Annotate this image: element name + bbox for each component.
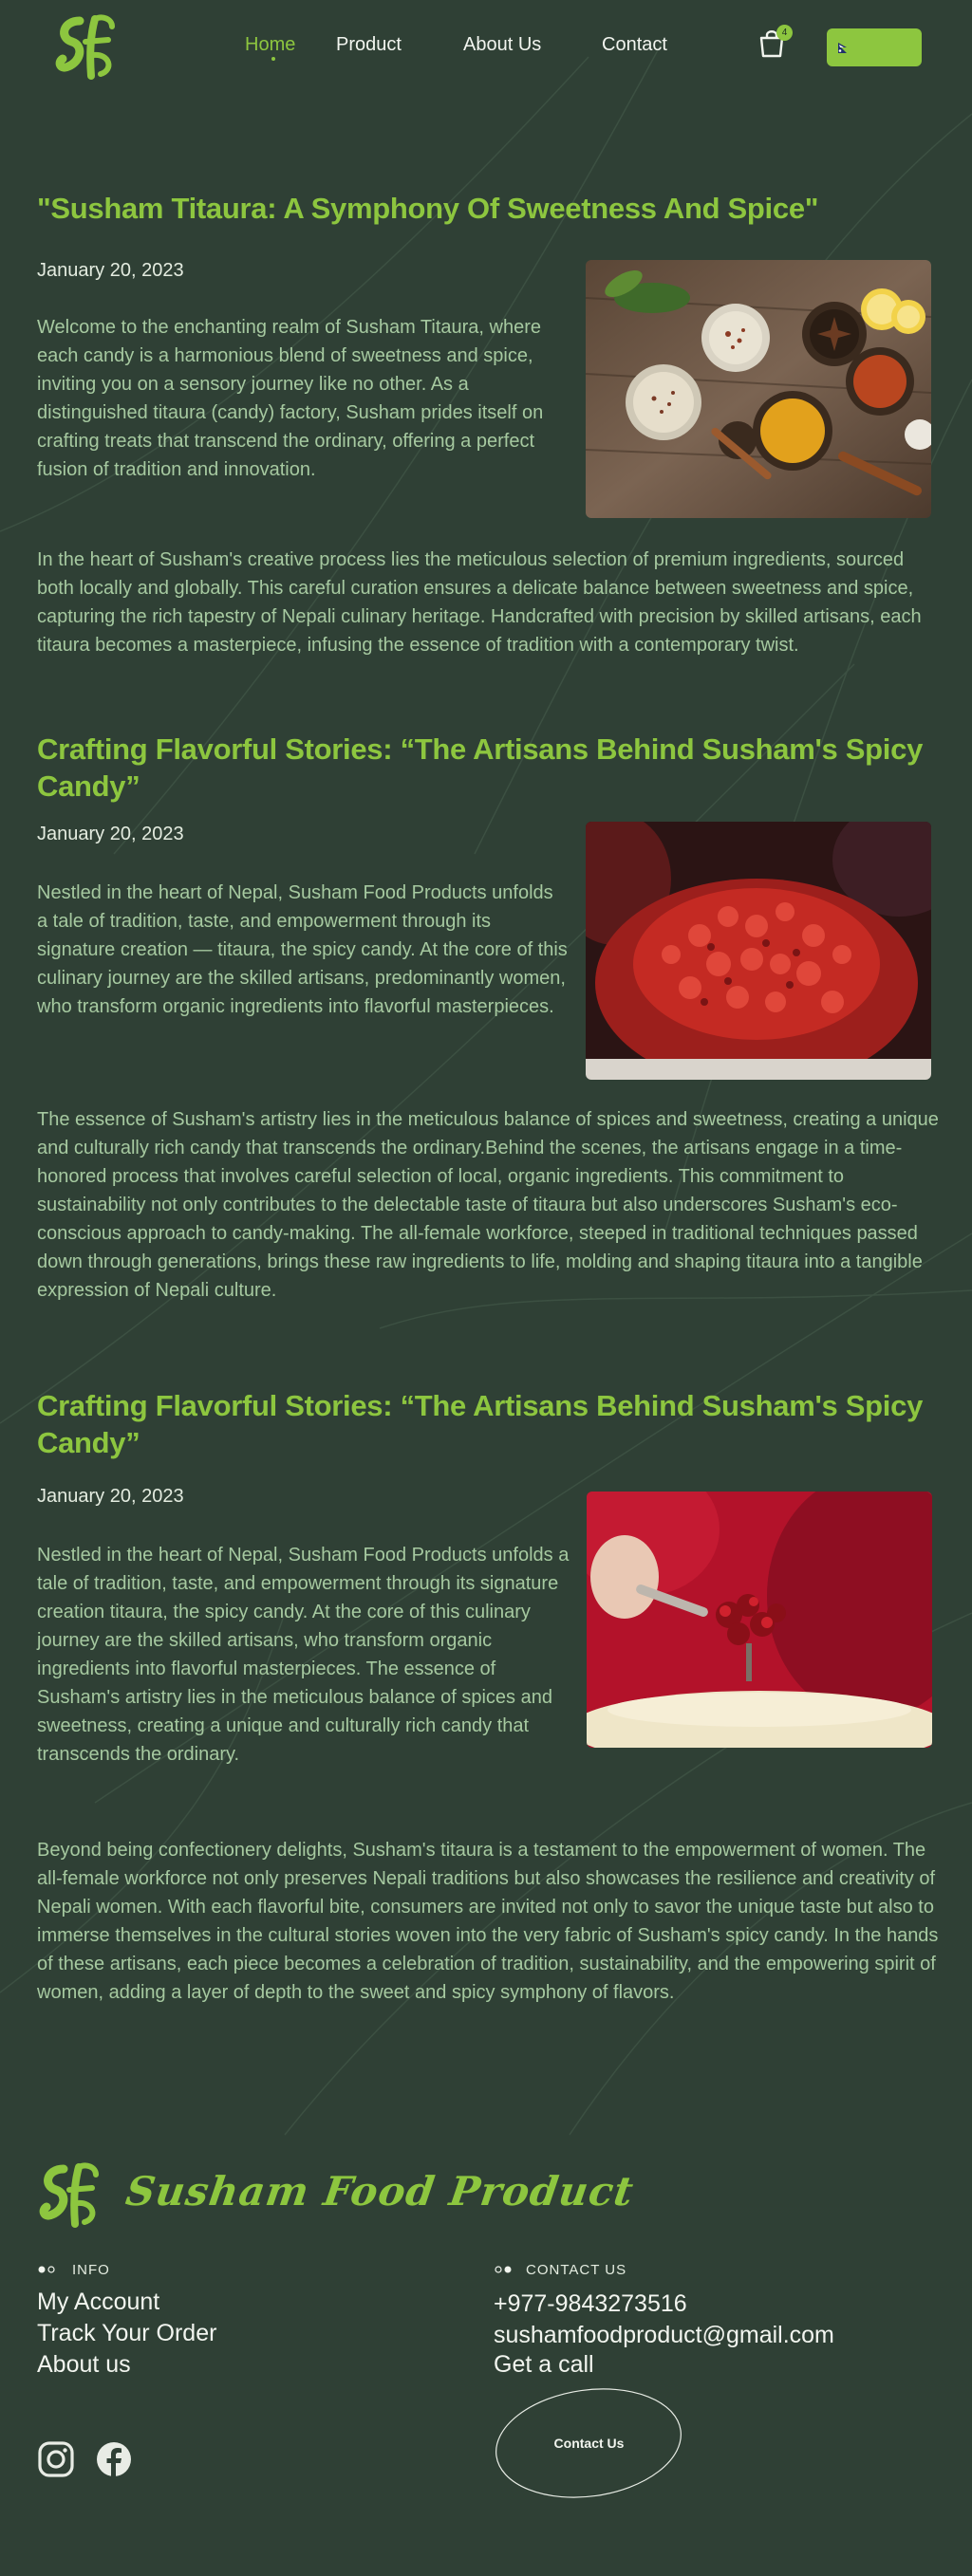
bullet-dots-icon xyxy=(495,2266,512,2273)
contact-heading: CONTACT US xyxy=(526,2262,627,2278)
post-body: The essence of Susham's artistry lies in… xyxy=(37,1109,939,1301)
candy-photo xyxy=(586,822,931,1080)
get-a-call-link[interactable]: Get a call xyxy=(494,2351,594,2379)
post-title: "Susham Titaura: A Symphony Of Sweetness… xyxy=(37,192,819,225)
nav-about-us[interactable]: About Us xyxy=(463,34,541,56)
site-header: Home Product About Us Contact 4 xyxy=(0,0,972,95)
post-date: January 20, 2023 xyxy=(37,1486,184,1507)
link-my-account[interactable]: My Account xyxy=(37,2289,159,2316)
language-button[interactable] xyxy=(827,28,922,66)
nav-product[interactable]: Product xyxy=(336,34,402,56)
info-heading: INFO xyxy=(72,2262,110,2278)
contact-us-button[interactable]: Contact Us xyxy=(492,2386,686,2500)
post-intro: Welcome to the enchanting realm of Susha… xyxy=(37,317,544,480)
bullet-dots-icon xyxy=(38,2266,55,2273)
post-intro: Nestled in the heart of Nepal, Susham Fo… xyxy=(37,882,568,1017)
artisan-photo xyxy=(587,1492,932,1748)
site-logo[interactable] xyxy=(53,13,120,82)
instagram-icon[interactable] xyxy=(37,2440,75,2478)
post-body: Beyond being confectionery delights, Sus… xyxy=(37,1840,939,2003)
active-indicator xyxy=(271,57,275,61)
contact-us-label: Contact Us xyxy=(553,2436,625,2451)
spices-photo xyxy=(586,260,931,518)
facebook-icon[interactable] xyxy=(95,2440,133,2478)
link-track-order[interactable]: Track Your Order xyxy=(37,2320,216,2347)
flag-icon xyxy=(838,43,847,53)
post-date: January 20, 2023 xyxy=(37,260,184,281)
email-link[interactable]: sushamfoodproduct@gmail.com xyxy=(494,2322,834,2349)
nav-home[interactable]: Home xyxy=(245,34,295,56)
link-about-us[interactable]: About us xyxy=(37,2351,131,2379)
post-intro: Nestled in the heart of Nepal, Susham Fo… xyxy=(37,1545,570,1765)
post-title: Crafting Flavorful Stories: “The Artisan… xyxy=(37,732,924,803)
phone-link[interactable]: +977-9843273516 xyxy=(494,2290,687,2318)
post-date: January 20, 2023 xyxy=(37,824,184,844)
cart-count-badge: 4 xyxy=(776,25,793,41)
post-body: In the heart of Susham's creative proces… xyxy=(37,549,922,656)
post-title: Crafting Flavorful Stories: “The Artisan… xyxy=(37,1389,924,1459)
nav-contact[interactable]: Contact xyxy=(602,34,667,56)
footer-brand-name: Susham Food Product xyxy=(122,2168,637,2215)
footer-logo[interactable] xyxy=(37,2161,103,2230)
